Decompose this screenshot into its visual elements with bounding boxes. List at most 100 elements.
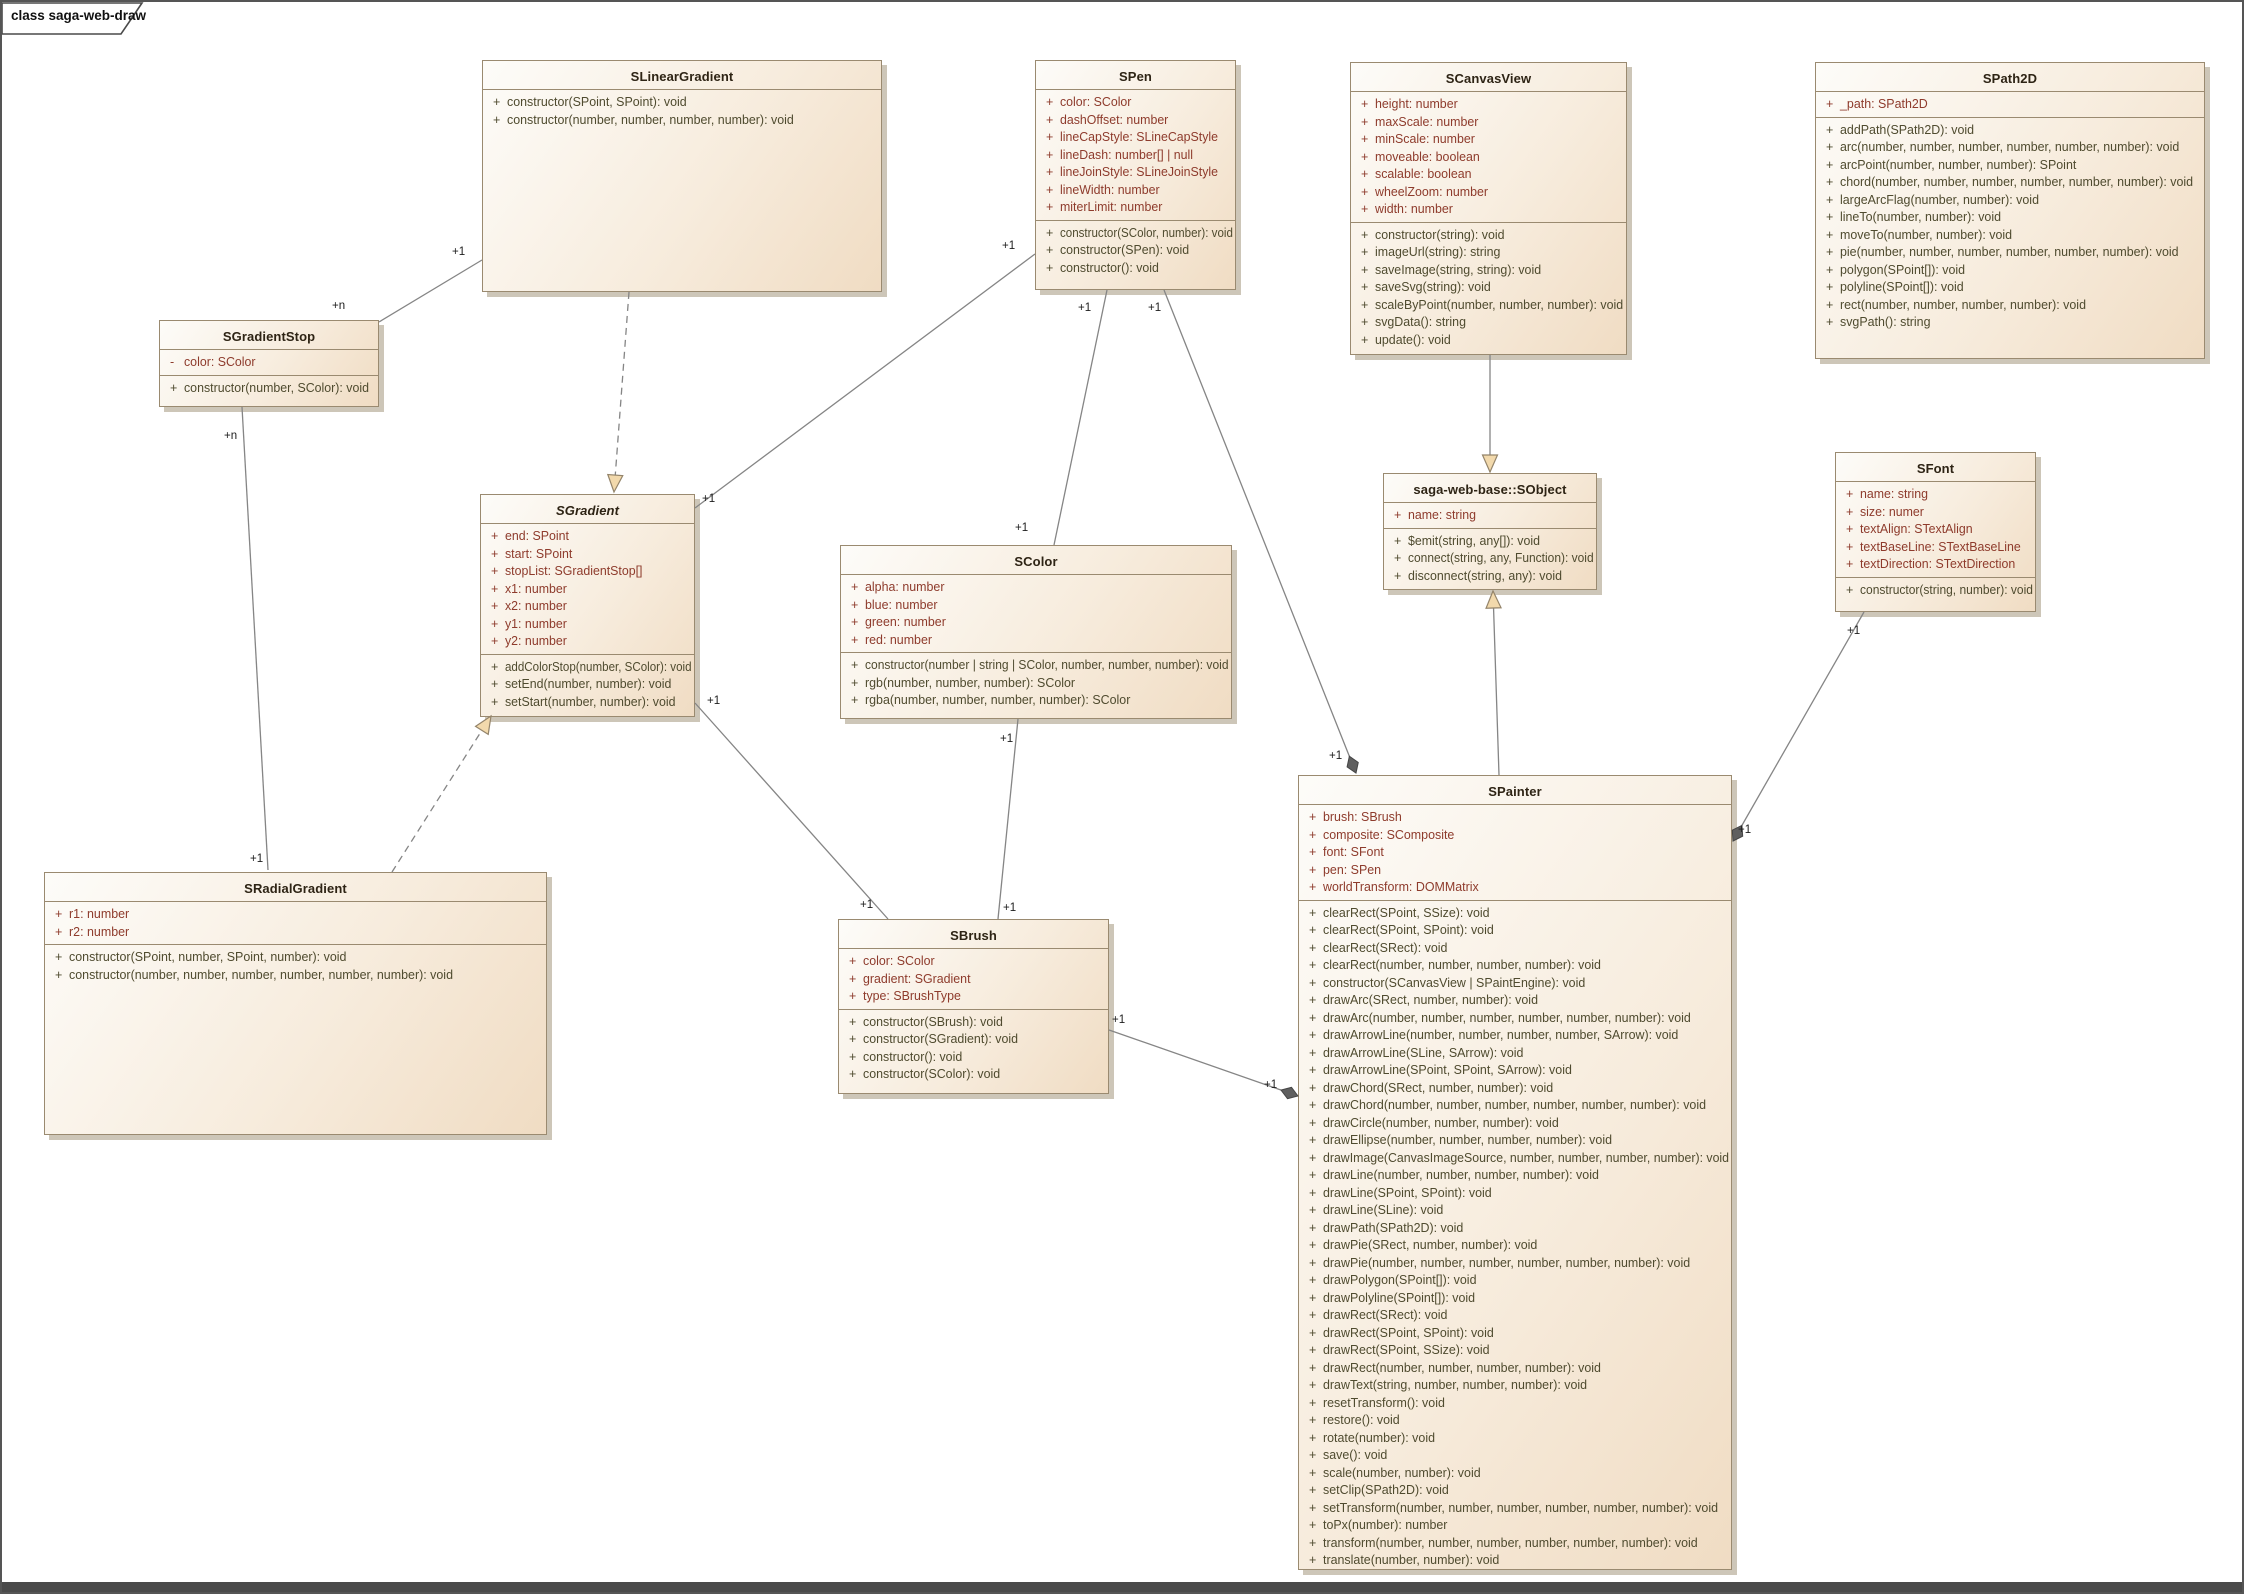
attribute-text: lineJoinStyle: SLineJoinStyle xyxy=(1060,164,1233,182)
class-box-sfont[interactable]: SFont+name: string+size: numer+textAlign… xyxy=(1835,452,2036,612)
method-row: +disconnect(string, any): void xyxy=(1384,568,1596,586)
methods-compartment: +constructor(SPoint, number, SPoint, num… xyxy=(45,944,546,987)
visibility-marker: + xyxy=(1299,1080,1323,1098)
visibility-marker: + xyxy=(1299,844,1323,862)
visibility-marker: + xyxy=(481,694,505,712)
visibility-marker: + xyxy=(1836,556,1860,574)
method-row: +constructor(SPen): void xyxy=(1036,242,1235,260)
visibility-marker: + xyxy=(45,967,69,985)
attributes-compartment: +color: SColor+gradient: SGradient+type:… xyxy=(839,949,1108,1009)
method-text: rgba(number, number, number, number): SC… xyxy=(865,692,1229,710)
visibility-marker: + xyxy=(1351,244,1375,262)
visibility-marker: + xyxy=(483,94,507,112)
visibility-marker: + xyxy=(1816,227,1840,245)
class-box-scolor[interactable]: SColor+alpha: number+blue: number+green:… xyxy=(840,545,1232,719)
attribute-row: +height: number xyxy=(1351,96,1626,114)
method-row: +chord(number, number, number, number, n… xyxy=(1816,174,2204,192)
visibility-marker: + xyxy=(1299,879,1323,897)
method-row: +constructor(SColor): void xyxy=(839,1066,1108,1084)
method-text: saveImage(string, string): void xyxy=(1375,262,1624,280)
attribute-row: -color: SColor xyxy=(160,354,378,372)
method-row: +largeArcFlag(number, number): void xyxy=(1816,192,2204,210)
method-text: drawPie(SRect, number, number): void xyxy=(1323,1237,1729,1255)
diagram-frame-tab: class saga-web-draw xyxy=(2,2,152,37)
visibility-marker: + xyxy=(841,579,865,597)
class-box-sgradientstop[interactable]: SGradientStop-color: SColor+constructor(… xyxy=(159,320,379,407)
method-row: +scaleByPoint(number, number, number): v… xyxy=(1351,297,1626,315)
visibility-marker: + xyxy=(1299,1115,1323,1133)
attribute-text: composite: SComposite xyxy=(1323,827,1729,845)
method-text: constructor(number, SColor): void xyxy=(184,380,376,398)
attribute-text: end: SPoint xyxy=(505,528,692,546)
class-box-saga-web-base-sobject[interactable]: saga-web-base::SObject+name: string+$emi… xyxy=(1383,473,1597,590)
visibility-marker: + xyxy=(481,598,505,616)
visibility-marker: + xyxy=(841,632,865,650)
method-row: +rotate(number): void xyxy=(1299,1430,1731,1448)
class-box-spath2d[interactable]: SPath2D+_path: SPath2D+addPath(SPath2D):… xyxy=(1815,62,2205,359)
class-title-sfont: SFont xyxy=(1836,453,2035,482)
visibility-marker: + xyxy=(841,614,865,632)
visibility-marker: + xyxy=(839,971,863,989)
class-box-sgradient[interactable]: SGradient+end: SPoint+start: SPoint+stop… xyxy=(480,494,695,717)
method-text: drawArc(SRect, number, number): void xyxy=(1323,992,1729,1010)
visibility-marker: + xyxy=(1351,184,1375,202)
class-box-sbrush[interactable]: SBrush+color: SColor+gradient: SGradient… xyxy=(838,919,1109,1094)
method-row: +clearRect(SPoint, SSize): void xyxy=(1299,905,1731,923)
attribute-text: wheelZoom: number xyxy=(1375,184,1624,202)
method-row: +restore(): void xyxy=(1299,1412,1731,1430)
visibility-marker: + xyxy=(1299,1412,1323,1430)
attribute-row: +type: SBrushType xyxy=(839,988,1108,1006)
method-row: +saveSvg(string): void xyxy=(1351,279,1626,297)
visibility-marker: + xyxy=(481,616,505,634)
method-row: +drawRect(SRect): void xyxy=(1299,1307,1731,1325)
visibility-marker: + xyxy=(1836,504,1860,522)
method-row: +drawRect(SPoint, SPoint): void xyxy=(1299,1325,1731,1343)
method-text: constructor(): void xyxy=(1060,260,1233,278)
visibility-marker: + xyxy=(1299,905,1323,923)
method-text: constructor(SCanvasView | SPaintEngine):… xyxy=(1323,975,1729,993)
class-box-slineargradient[interactable]: SLinearGradient+constructor(SPoint, SPoi… xyxy=(482,60,882,292)
attribute-row: +green: number xyxy=(841,614,1231,632)
visibility-marker: + xyxy=(1299,1395,1323,1413)
visibility-marker: + xyxy=(1036,182,1060,200)
method-text: drawChord(number, number, number, number… xyxy=(1323,1097,1729,1115)
method-row: +moveTo(number, number): void xyxy=(1816,227,2204,245)
method-text: drawArrowLine(number, number, number, nu… xyxy=(1323,1027,1729,1045)
method-text: disconnect(string, any): void xyxy=(1408,568,1594,586)
visibility-marker: + xyxy=(839,1014,863,1032)
class-box-scanvasview[interactable]: SCanvasView+height: number+maxScale: num… xyxy=(1350,62,1627,355)
visibility-marker: + xyxy=(481,676,505,694)
class-box-spen[interactable]: SPen+color: SColor+dashOffset: number+li… xyxy=(1035,60,1236,290)
method-text: constructor(SGradient): void xyxy=(863,1031,1106,1049)
class-title-sgradientstop: SGradientStop xyxy=(160,321,378,350)
visibility-marker: + xyxy=(1299,1202,1323,1220)
method-text: imageUrl(string): string xyxy=(1375,244,1624,262)
attribute-row: +miterLimit: number xyxy=(1036,199,1235,217)
method-row: +addPath(SPath2D): void xyxy=(1816,122,2204,140)
visibility-marker: + xyxy=(1299,1517,1323,1535)
attribute-text: lineWidth: number xyxy=(1060,182,1233,200)
class-box-sradialgradient[interactable]: SRadialGradient+r1: number+r2: number+co… xyxy=(44,872,547,1135)
visibility-marker: + xyxy=(839,988,863,1006)
method-text: rotate(number): void xyxy=(1323,1430,1729,1448)
method-text: $emit(string, any[]): void xyxy=(1408,533,1594,551)
method-row: +$emit(string, any[]): void xyxy=(1384,533,1596,551)
visibility-marker: + xyxy=(1036,225,1060,243)
method-row: +drawImage(CanvasImageSource, number, nu… xyxy=(1299,1150,1731,1168)
class-box-spainter[interactable]: SPainter+brush: SBrush+composite: SCompo… xyxy=(1298,775,1732,1570)
attribute-text: y1: number xyxy=(505,616,692,634)
attribute-row: +textDirection: STextDirection xyxy=(1836,556,2035,574)
visibility-marker: + xyxy=(1036,199,1060,217)
visibility-marker: + xyxy=(1816,157,1840,175)
visibility-marker: + xyxy=(1036,94,1060,112)
method-text: constructor(number, number, number, numb… xyxy=(69,967,544,985)
method-text: constructor(SPen): void xyxy=(1060,242,1233,260)
class-title-saga-web-base-sobject: saga-web-base::SObject xyxy=(1384,474,1596,503)
attribute-row: +brush: SBrush xyxy=(1299,809,1731,827)
attribute-row: +alpha: number xyxy=(841,579,1231,597)
attribute-text: name: string xyxy=(1860,486,2033,504)
attribute-text: x1: number xyxy=(505,581,692,599)
method-text: connect(string, any, Function): void xyxy=(1408,550,1588,568)
attribute-text: pen: SPen xyxy=(1323,862,1729,880)
attributes-compartment: +r1: number+r2: number xyxy=(45,902,546,944)
